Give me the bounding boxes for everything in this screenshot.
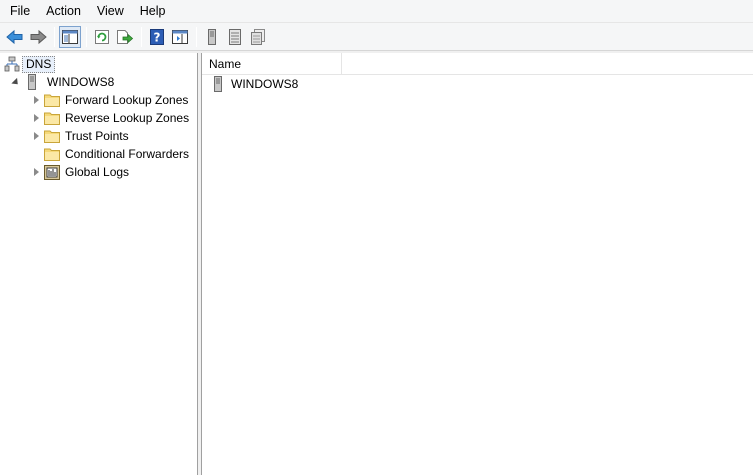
tree-item-windows8[interactable]: WINDOWS8 bbox=[11, 73, 114, 91]
export-list-button[interactable] bbox=[114, 26, 136, 48]
server-button[interactable] bbox=[201, 26, 223, 48]
server-icon bbox=[208, 28, 216, 45]
show-hide-console-tree-button[interactable] bbox=[59, 25, 81, 48]
menu-view[interactable]: View bbox=[89, 0, 132, 22]
menu-action[interactable]: Action bbox=[38, 0, 89, 22]
tree-item-label: Global Logs bbox=[65, 165, 130, 179]
toolbar-separator bbox=[86, 26, 87, 47]
list-item[interactable]: WINDOWS8 bbox=[210, 75, 298, 93]
show-hide-action-pane-icon bbox=[172, 29, 188, 44]
show-hide-console-tree-icon bbox=[62, 29, 78, 44]
folder-icon bbox=[44, 110, 60, 126]
toolbar-separator bbox=[196, 26, 197, 47]
list-item-label: WINDOWS8 bbox=[231, 77, 299, 91]
server-icon bbox=[24, 74, 40, 90]
export-list-icon bbox=[117, 29, 134, 44]
copy-button[interactable] bbox=[247, 26, 269, 48]
collapse-icon[interactable] bbox=[11, 77, 21, 87]
toolbar-separator bbox=[54, 26, 55, 47]
refresh-icon bbox=[95, 29, 109, 44]
expand-icon[interactable] bbox=[31, 131, 41, 141]
tree-item-dns[interactable]: DNS bbox=[4, 55, 56, 73]
list-icon bbox=[229, 28, 241, 45]
svg-text:?: ? bbox=[154, 30, 161, 44]
folder-icon bbox=[44, 128, 60, 144]
forward-button[interactable] bbox=[27, 26, 49, 48]
tree-item-label: Conditional Forwarders bbox=[65, 147, 190, 161]
tree-item-conditional-forwarders[interactable]: Conditional Forwarders bbox=[44, 145, 189, 163]
toolbar: ? bbox=[0, 23, 753, 51]
tree-item-reverse-lookup-zones[interactable]: Reverse Lookup Zones bbox=[31, 109, 189, 127]
copy-icon bbox=[251, 28, 265, 45]
server-icon bbox=[210, 76, 226, 92]
tree-item-forward-lookup-zones[interactable]: Forward Lookup Zones bbox=[31, 91, 188, 109]
tree-item-label: WINDOWS8 bbox=[47, 75, 115, 89]
result-list: Name WINDOWS8 bbox=[202, 52, 753, 475]
refresh-button[interactable] bbox=[91, 26, 113, 48]
expand-icon[interactable] bbox=[31, 113, 41, 123]
menu-file[interactable]: File bbox=[0, 0, 38, 22]
list-button[interactable] bbox=[224, 26, 246, 48]
event-log-icon bbox=[44, 164, 60, 180]
expand-icon[interactable] bbox=[31, 95, 41, 105]
back-button[interactable] bbox=[4, 26, 26, 48]
folder-icon bbox=[44, 92, 60, 108]
show-hide-action-pane-button[interactable] bbox=[169, 26, 191, 48]
expand-icon[interactable] bbox=[31, 167, 41, 177]
back-arrow-icon bbox=[6, 29, 23, 44]
dns-icon bbox=[4, 56, 20, 72]
menu-help[interactable]: Help bbox=[132, 0, 174, 22]
tree-item-label: DNS bbox=[22, 55, 56, 73]
tree-item-label: Forward Lookup Zones bbox=[65, 93, 189, 107]
folder-icon bbox=[44, 146, 60, 162]
tree-item-label: Reverse Lookup Zones bbox=[65, 111, 190, 125]
help-icon: ? bbox=[150, 28, 164, 45]
menu-bar: File Action View Help bbox=[0, 0, 753, 23]
console-tree: DNS WINDOWS8 Forward Lookup Zones Revers… bbox=[0, 53, 198, 475]
tree-item-global-logs[interactable]: Global Logs bbox=[31, 163, 129, 181]
toolbar-separator bbox=[141, 26, 142, 47]
tree-item-label: Trust Points bbox=[65, 129, 129, 143]
list-header: Name bbox=[202, 52, 753, 75]
tree-item-trust-points[interactable]: Trust Points bbox=[31, 127, 129, 145]
help-button[interactable]: ? bbox=[146, 26, 168, 48]
forward-arrow-icon bbox=[30, 29, 47, 44]
column-header-name[interactable]: Name bbox=[202, 52, 342, 75]
